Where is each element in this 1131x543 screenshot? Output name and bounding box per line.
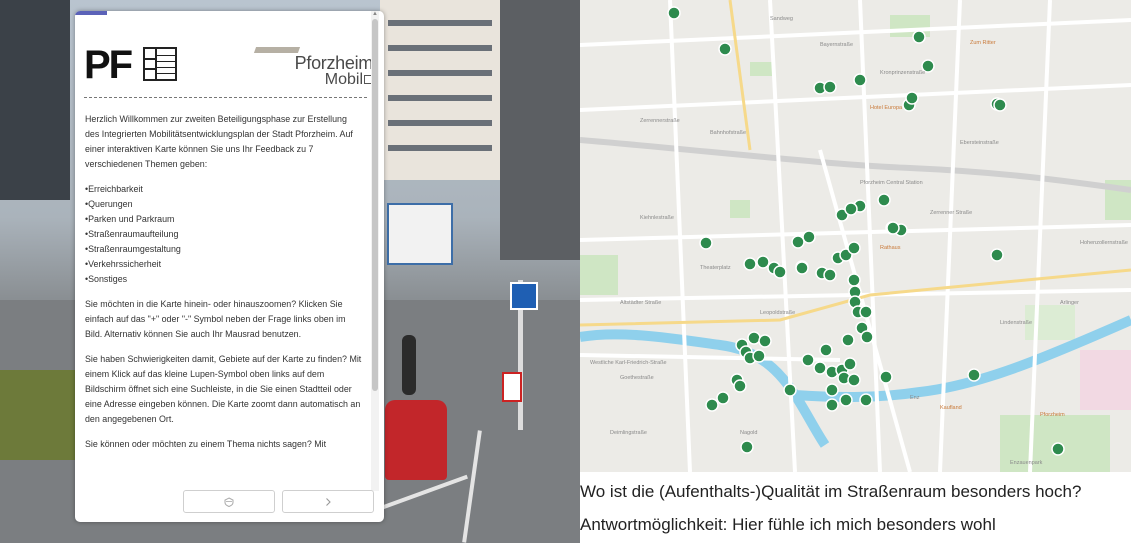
grass xyxy=(0,370,75,460)
map-label: Theaterplatz xyxy=(700,265,731,271)
pf-logo: PF xyxy=(84,43,133,87)
topic-item: Verkehrssicherheit xyxy=(85,257,362,272)
divider xyxy=(84,97,367,98)
map-label: Ebersteinstraße xyxy=(960,140,999,146)
map-label: Leopoldstraße xyxy=(760,310,796,316)
map-canvas[interactable] xyxy=(580,0,1131,472)
pedestrian xyxy=(402,335,416,395)
crosswalk-sign xyxy=(510,282,538,310)
progress-indicator xyxy=(75,11,107,15)
map-label: Altstädter Straße xyxy=(620,300,662,306)
building xyxy=(0,0,70,200)
map-label: Deimlingstraße xyxy=(610,430,647,436)
map-label: Lindenstraße xyxy=(1000,320,1033,326)
map-label: Kronprinzenstraße xyxy=(880,70,926,76)
map-label: Bayernstraße xyxy=(820,42,854,48)
bus xyxy=(387,203,453,265)
red-car xyxy=(385,400,447,480)
topic-item: Querungen xyxy=(85,197,362,212)
map-label: Pforzheim Central Station xyxy=(860,180,923,186)
map-label: Rathaus xyxy=(880,245,901,251)
panel-scrollbar[interactable]: ▲ xyxy=(371,11,379,491)
pf-logo-grid-icon xyxy=(143,47,177,81)
map-label: Bahnhofstraße xyxy=(710,130,747,136)
previous-button[interactable] xyxy=(183,490,275,513)
map-label: Arlinger xyxy=(1060,300,1079,306)
map-label: Enz xyxy=(910,395,920,401)
logo-text-line2: Mobil xyxy=(324,71,363,88)
map-label: Zerrenner Straße xyxy=(930,210,973,216)
map-label: Hohenzollernstraße xyxy=(1080,240,1128,246)
warning-sign xyxy=(502,372,522,402)
topic-item: Straßenraumgestaltung xyxy=(85,242,362,257)
topic-list: Erreichbarkeit Querungen Parken und Park… xyxy=(85,182,362,287)
map-label: Pforzheim xyxy=(1040,412,1065,418)
map-label: Kaufland xyxy=(940,405,962,411)
map-label: Westliche Karl-Friedrich-Straße xyxy=(590,360,667,366)
intro-paragraph: Herzlich Willkommen zur zweiten Beteilig… xyxy=(85,114,353,169)
search-help-paragraph: Sie haben Schwierigkeiten damit, Gebiete… xyxy=(85,354,362,424)
intro-text: Herzlich Willkommen zur zweiten Beteilig… xyxy=(85,112,362,482)
next-button[interactable] xyxy=(282,490,374,513)
question-text: Wo ist die (Aufenthalts-)Qualität im Str… xyxy=(580,482,1082,501)
zoom-help-paragraph: Sie möchten in die Karte hinein- oder hi… xyxy=(85,299,346,339)
shield-icon xyxy=(224,496,234,507)
skip-help-paragraph: Sie können oder möchten zu einem Thema n… xyxy=(85,439,327,449)
building xyxy=(500,0,580,260)
map-label: Zum Ritter xyxy=(970,40,996,46)
info-panel: PF Pforzheim Mobil Herzlich Willkommen z… xyxy=(75,11,384,522)
topic-item: Straßenraumaufteilung xyxy=(85,227,362,242)
map-label: Zerrennerstraße xyxy=(640,118,680,124)
pforzheim-mobil-logo: Pforzheim Mobil xyxy=(253,47,373,88)
map-label: Goethestraße xyxy=(620,375,654,381)
answer-option-text: Antwortmöglichkeit: Hier fühle ich mich … xyxy=(580,515,996,534)
chevron-right-icon xyxy=(326,497,331,506)
map-label: Hotel Europa xyxy=(870,105,903,111)
topic-item: Sonstiges xyxy=(85,272,362,287)
map[interactable]: Sandweg Bayernstraße Zerrennerstraße Bah… xyxy=(580,0,1131,472)
map-label: Nagold xyxy=(740,430,758,436)
scroll-up-icon[interactable]: ▲ xyxy=(372,11,378,17)
topic-item: Parken und Parkraum xyxy=(85,212,362,227)
scroll-thumb[interactable] xyxy=(372,19,378,391)
map-label: Enzauenpark xyxy=(1010,460,1043,466)
building xyxy=(380,0,500,180)
map-label: Sandweg xyxy=(770,16,793,22)
map-label: Kiehnlestraße xyxy=(640,215,674,221)
topic-item: Erreichbarkeit xyxy=(85,182,362,197)
